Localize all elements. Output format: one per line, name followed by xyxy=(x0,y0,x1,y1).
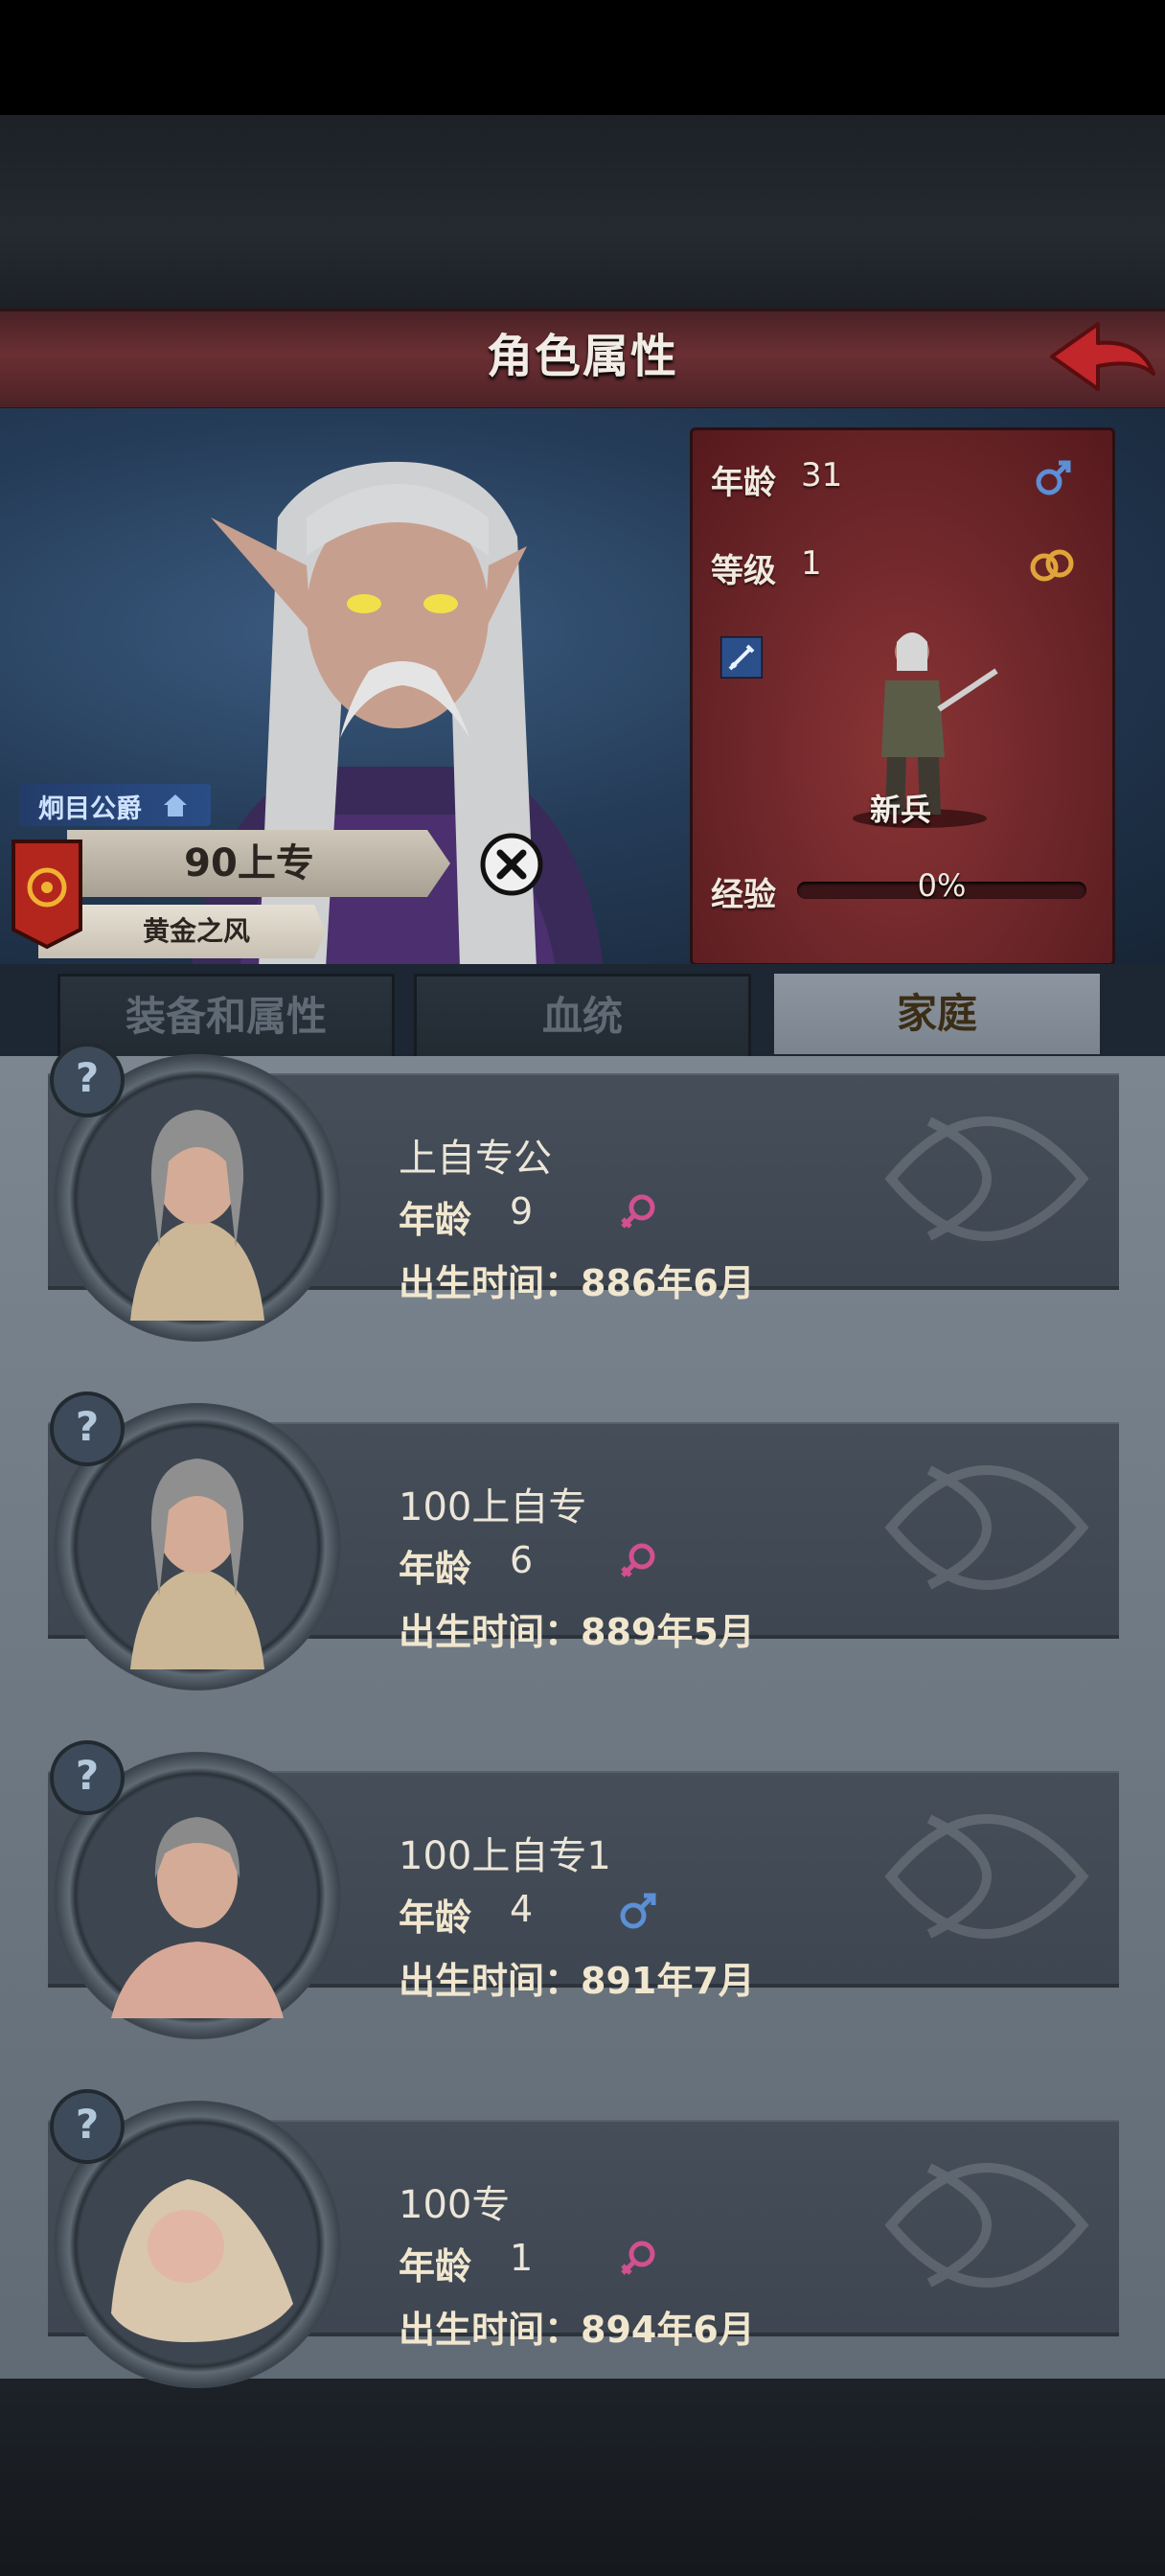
birth-label: 出生时间：891年7月 xyxy=(399,1960,755,2002)
age-value: 31 xyxy=(801,456,843,494)
female-icon xyxy=(621,2241,655,2275)
knot-ornament xyxy=(884,2163,1089,2288)
child-portrait xyxy=(130,1459,264,1669)
age-value: 6 xyxy=(510,1539,534,1581)
child-name: 100上自专1 xyxy=(399,1834,611,1878)
tab-family[interactable]: 家庭 xyxy=(774,974,1100,1054)
knot-ornament xyxy=(884,1465,1089,1590)
list-item[interactable]: ? 上自专公 年龄 9 出生时间：886年6月 xyxy=(48,1043,1119,1342)
help-icon[interactable]: ? xyxy=(50,1740,125,1815)
character-name: 90上专 xyxy=(184,841,314,886)
birth-label: 出生时间：889年5月 xyxy=(399,1611,755,1653)
knot-ornament xyxy=(884,1116,1089,1241)
female-icon xyxy=(621,1194,655,1229)
birth-value: 891年7月 xyxy=(581,1960,755,2002)
child-name: 上自专公 xyxy=(399,1137,552,1181)
birth-label: 出生时间：894年6月 xyxy=(399,2309,755,2351)
sword-class-icon xyxy=(720,636,763,678)
noble-title: 炯目公爵 xyxy=(38,794,142,824)
baby-portrait xyxy=(111,2179,293,2342)
child-name: 100专 xyxy=(399,2183,511,2227)
home-icon xyxy=(164,794,187,816)
status-bar-area xyxy=(0,0,1165,115)
close-icon[interactable] xyxy=(479,832,544,897)
age-label: 年龄 xyxy=(399,1548,472,1590)
house-shield-icon xyxy=(11,840,82,950)
list-item[interactable]: ? 100上自专1 年龄 4 出生时间：891年7月 xyxy=(48,1740,1119,2039)
age-label: 年龄 xyxy=(399,1897,472,1939)
age-label: 年龄 xyxy=(711,464,776,502)
house-name: 黄金之风 xyxy=(142,915,250,947)
male-icon xyxy=(620,1893,656,1929)
class-name: 新兵 xyxy=(869,792,931,828)
female-icon xyxy=(621,1543,655,1577)
age-label: 年龄 xyxy=(399,1199,472,1241)
page-title: 角色属性 xyxy=(486,330,678,383)
exp-label: 经验 xyxy=(711,876,776,914)
help-icon[interactable]: ? xyxy=(50,1043,125,1117)
help-icon[interactable]: ? xyxy=(50,2089,125,2164)
male-icon xyxy=(1036,460,1071,495)
birth-value: 894年6月 xyxy=(581,2309,755,2351)
footer-backdrop xyxy=(0,2379,1165,2576)
age-value: 1 xyxy=(510,2237,534,2279)
child-portrait xyxy=(130,1110,264,1321)
child-name: 100上自专 xyxy=(399,1485,587,1530)
exp-value: 0% xyxy=(917,867,967,904)
birth-value: 886年6月 xyxy=(581,1262,755,1304)
list-item[interactable]: ? 100专 年龄 1 出生时间：894年6月 xyxy=(48,2089,1119,2388)
header-backdrop xyxy=(0,115,1165,311)
age-value: 4 xyxy=(510,1888,534,1930)
level-label: 等级 xyxy=(711,552,776,590)
child-portrait xyxy=(111,1817,284,2018)
age-label: 年龄 xyxy=(399,2245,472,2288)
knot-ornament xyxy=(884,1814,1089,1939)
rings-icon[interactable] xyxy=(1027,546,1077,585)
level-value: 1 xyxy=(801,544,822,583)
birth-value: 889年5月 xyxy=(581,1611,755,1653)
birth-label: 出生时间：886年6月 xyxy=(399,1262,755,1304)
back-arrow-icon[interactable] xyxy=(1044,316,1159,397)
help-icon[interactable]: ? xyxy=(50,1392,125,1466)
age-value: 9 xyxy=(510,1190,534,1232)
list-item[interactable]: ? 100上自专 年龄 6 出生时间：889年5月 xyxy=(48,1392,1119,1690)
